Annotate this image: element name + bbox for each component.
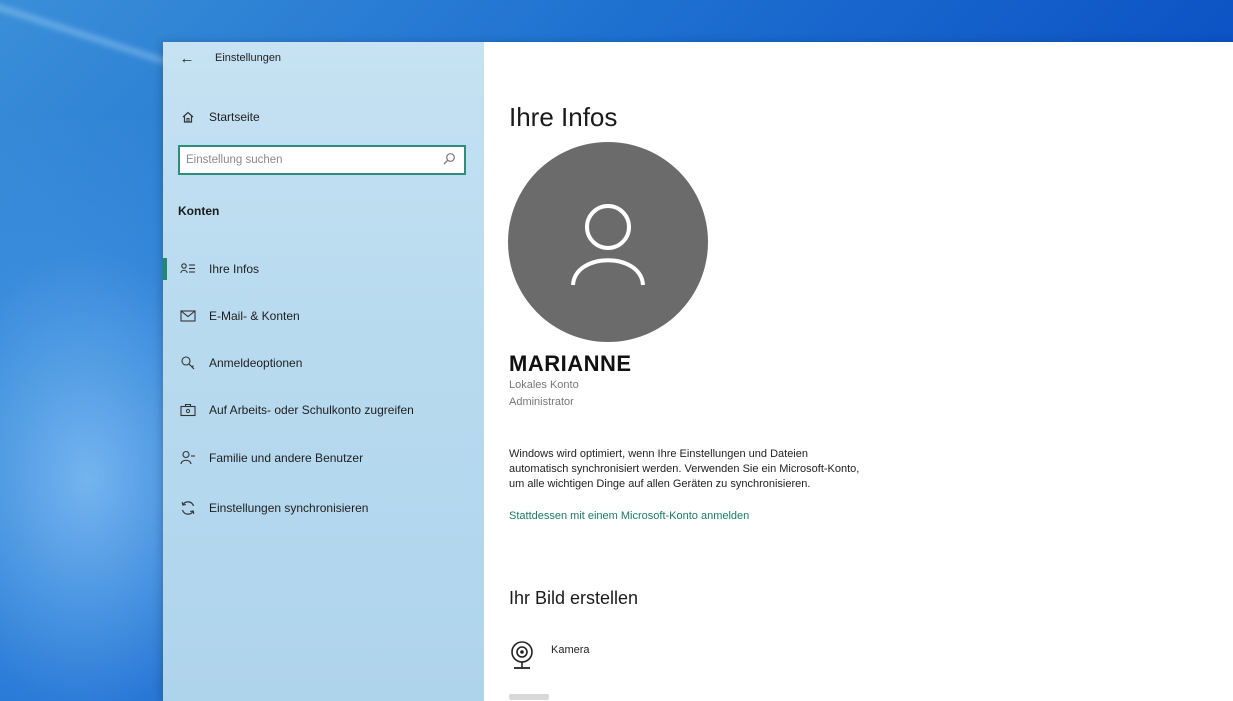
sync-description: Windows wird optimiert, wenn Ihre Einste… [509, 447, 969, 492]
account-type: Lokales Konto [509, 379, 579, 391]
main-content: Ihre Infos MARIANNE Lokales Konto Admini… [484, 42, 1233, 701]
search-icon [443, 153, 455, 165]
page-title: Ihre Infos [509, 102, 618, 132]
sync-icon [179, 499, 197, 517]
next-option-partial [509, 694, 549, 700]
camera-button[interactable]: Kamera [509, 640, 649, 676]
sidebar-item-label: Startseite [209, 110, 260, 124]
sidebar-item-label: Anmeldeoptionen [209, 356, 303, 370]
contact-card-icon [179, 260, 197, 278]
sidebar-item-label: Familie und andere Benutzer [209, 451, 364, 465]
avatar[interactable] [508, 142, 708, 342]
app-title: Einstellungen [215, 52, 282, 64]
person-icon [571, 204, 645, 286]
camera-label: Kamera [551, 644, 590, 656]
camera-icon [511, 641, 533, 669]
sidebar-item-synchronisieren[interactable]: Einstellungen synchronisieren [163, 491, 484, 525]
settings-window: ← Einstellungen Startseite Konten Ihre I… [163, 42, 1233, 701]
sidebar-item-label: Auf Arbeits- oder Schulkonto zugreifen [209, 403, 414, 417]
key-icon [179, 354, 197, 372]
sidebar-item-ihre-infos[interactable]: Ihre Infos [163, 252, 484, 286]
title-bar: ← Einstellungen [163, 42, 484, 76]
briefcase-icon [179, 401, 197, 419]
back-arrow-icon[interactable]: ← [177, 50, 197, 68]
home-icon [179, 108, 197, 126]
sidebar-item-arbeits-schulkonto[interactable]: Auf Arbeits- oder Schulkonto zugreifen [163, 393, 484, 427]
sidebar-item-label: Einstellungen synchronisieren [209, 501, 369, 515]
search-input[interactable] [186, 151, 436, 169]
sidebar-item-familie-benutzer[interactable]: Familie und andere Benutzer [163, 441, 484, 475]
sidebar: ← Einstellungen Startseite Konten Ihre I… [163, 42, 484, 701]
microsoft-account-link[interactable]: Stattdessen mit einem Microsoft-Konto an… [509, 510, 749, 522]
section-header: Konten [178, 204, 220, 218]
picture-heading: Ihr Bild erstellen [509, 588, 639, 608]
search-field[interactable] [178, 145, 466, 175]
sidebar-item-anmeldeoptionen[interactable]: Anmeldeoptionen [163, 346, 484, 380]
person-add-icon [179, 449, 197, 467]
mail-icon [179, 307, 197, 325]
user-role: Administrator [509, 396, 574, 408]
description-line: automatisch synchronisiert werden. Verwe… [509, 463, 860, 475]
sidebar-item-email-konten[interactable]: E-Mail- & Konten [163, 299, 484, 333]
description-line: um alle wichtigen Dinge auf allen Geräte… [509, 478, 811, 490]
description-line: Windows wird optimiert, wenn Ihre Einste… [509, 448, 808, 460]
sidebar-item-label: Ihre Infos [209, 262, 260, 276]
user-name: MARIANNE [509, 351, 632, 376]
sidebar-item-home[interactable]: Startseite [163, 100, 484, 134]
sidebar-item-label: E-Mail- & Konten [209, 309, 300, 323]
